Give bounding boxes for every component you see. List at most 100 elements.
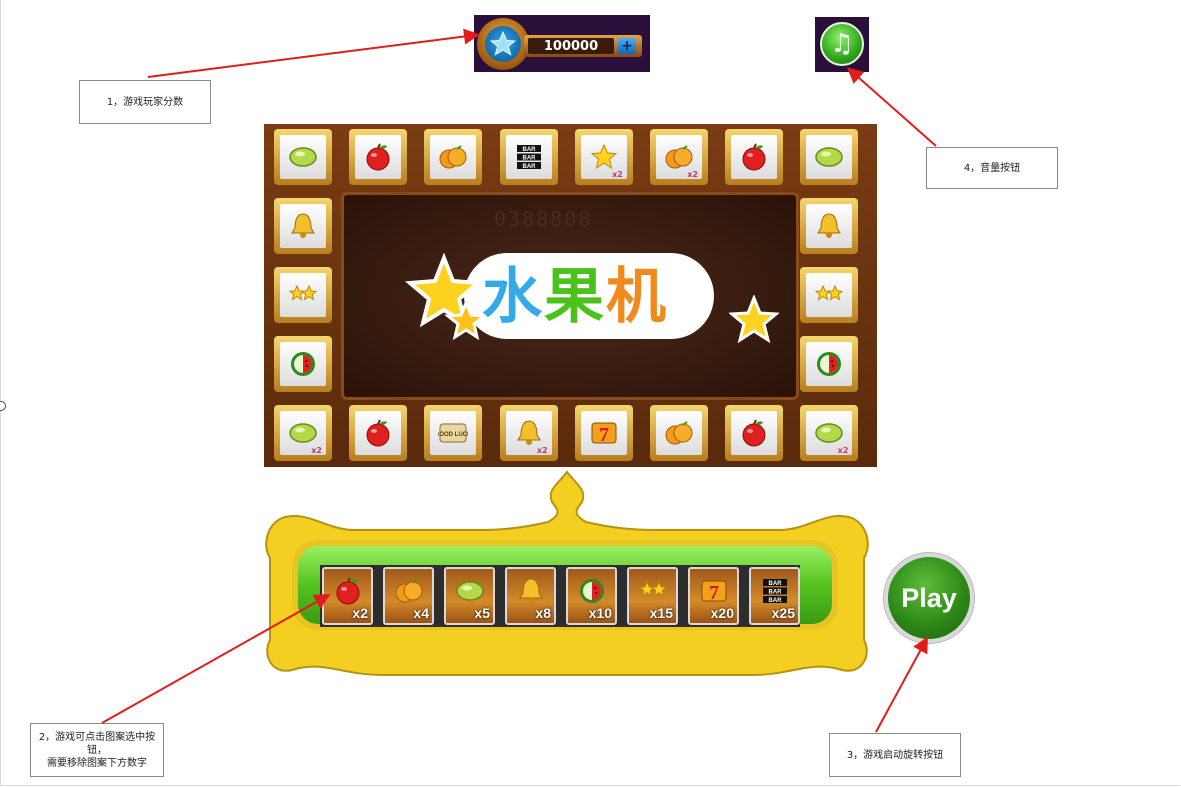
- board-tile-top-2: [424, 129, 483, 185]
- bell-icon: [806, 204, 852, 248]
- board-tile-right-1: [800, 267, 858, 323]
- svg-text:BAR: BAR: [769, 598, 783, 604]
- seven-icon: 7: [698, 575, 730, 607]
- watermelon-icon: [280, 342, 326, 386]
- tile-multiplier-tag: x2: [311, 446, 322, 455]
- bet-button-bell[interactable]: x8: [505, 567, 556, 625]
- bet-button-orange[interactable]: x4: [383, 567, 434, 625]
- bet-button-seven[interactable]: 7 x20: [688, 567, 739, 625]
- bet-multiplier: x8: [535, 605, 551, 621]
- bet-button-apple[interactable]: x2: [322, 567, 373, 625]
- svg-text:BAR: BAR: [522, 164, 536, 170]
- bet-multiplier: x2: [352, 605, 368, 621]
- score-widget: 100000 +: [474, 15, 650, 72]
- orange-icon: [393, 575, 425, 607]
- logo-title: 水 果 机: [481, 257, 667, 337]
- board-tile-bottom-3: x2: [499, 405, 558, 461]
- bet-button-double-star[interactable]: x15: [627, 567, 678, 625]
- screen-ghost-digits: 0388808: [494, 207, 593, 231]
- orange-icon: [656, 411, 702, 455]
- double-star-icon: [280, 273, 326, 317]
- seven-icon: 7: [580, 411, 627, 455]
- note-score: 1，游戏玩家分数: [79, 80, 211, 124]
- logo-char-2: 果: [543, 261, 605, 333]
- star-icon: x2: [580, 135, 627, 179]
- lime-icon: x2: [280, 411, 326, 455]
- logo-star-right-icon: [729, 295, 779, 344]
- bar-icon: BAR BAR BAR: [759, 575, 791, 607]
- bet-multiplier: x4: [413, 605, 429, 621]
- orange-icon: x2: [656, 135, 702, 179]
- svg-text:BAR: BAR: [522, 156, 536, 162]
- tile-multiplier-tag: x2: [687, 170, 698, 179]
- svg-text:BAR: BAR: [769, 590, 783, 596]
- bet-panel: x2 x4 x5 x8 x10 x15 7 x20 BAR BAR BAR x25: [262, 470, 872, 680]
- game-logo: 水 果 机: [404, 233, 779, 363]
- lime-icon: [280, 135, 326, 179]
- svg-text:7: 7: [599, 424, 609, 446]
- bet-multiplier: x15: [649, 605, 673, 621]
- svg-text:GOOD LUCK: GOOD LUCK: [438, 432, 468, 438]
- slot-board: BAR BAR BAR x2 x2 x2 GOOD LUCK x2 7 x2 0388808 水 …: [264, 124, 877, 467]
- note-bets-line1: 2，游戏可点击图案选中按钮，: [38, 731, 156, 756]
- star-icon: [485, 26, 521, 62]
- board-tile-bottom-2: GOOD LUCK: [424, 405, 483, 461]
- board-tile-right-0: [800, 198, 858, 254]
- bell-icon: x2: [505, 411, 552, 455]
- board-tile-bottom-1: [349, 405, 408, 461]
- bet-multiplier: x10: [588, 605, 612, 621]
- tile-multiplier-tag: x2: [837, 446, 849, 455]
- score-bar: 100000 +: [524, 35, 642, 57]
- tile-multiplier-tag: x2: [536, 446, 548, 455]
- lime-icon: [454, 575, 486, 607]
- lime-icon: x2: [806, 411, 853, 455]
- orange-icon: [430, 135, 477, 179]
- board-tile-bottom-5: [650, 405, 708, 461]
- apple-icon: [355, 135, 402, 179]
- watermelon-icon: [576, 575, 608, 607]
- bet-button-watermelon[interactable]: x10: [566, 567, 617, 625]
- board-tile-left-2: [274, 336, 332, 392]
- board-tile-top-7: [800, 129, 859, 185]
- double-star-icon: [806, 273, 852, 317]
- board-tile-right-2: [800, 336, 858, 392]
- board-tile-left-0: [274, 198, 332, 254]
- bet-multiplier: x20: [710, 605, 734, 621]
- bar-icon: BAR BAR BAR: [505, 135, 552, 179]
- play-button[interactable]: Play: [884, 553, 974, 643]
- board-tile-top-4: x2: [574, 129, 633, 185]
- play-label: Play: [901, 582, 957, 613]
- apple-icon: [731, 135, 778, 179]
- bet-button-bar[interactable]: BAR BAR BAR x25: [749, 567, 800, 625]
- board-tile-top-3: BAR BAR BAR: [499, 129, 558, 185]
- board-tile-bottom-6: [725, 405, 784, 461]
- logo-stars-icon: [404, 253, 488, 341]
- note-play: 3，游戏启动旋转按钮: [829, 733, 961, 777]
- bet-button-lime[interactable]: x5: [444, 567, 495, 625]
- apple-icon: [355, 411, 402, 455]
- good-luck-icon: GOOD LUCK: [430, 411, 477, 455]
- svg-text:BAR: BAR: [769, 581, 783, 587]
- score-value: 100000: [528, 38, 614, 54]
- watermelon-icon: [806, 342, 852, 386]
- board-tile-bottom-4: 7: [574, 405, 633, 461]
- bell-icon: [515, 575, 547, 607]
- note-volume: 4，音量按钮: [926, 147, 1058, 189]
- bet-multiplier: x5: [474, 605, 490, 621]
- add-credits-button[interactable]: +: [618, 38, 636, 54]
- apple-icon: [332, 575, 364, 607]
- board-tile-top-6: [725, 129, 784, 185]
- double-star-icon: [637, 575, 669, 607]
- board-tile-bottom-7: x2: [800, 405, 859, 461]
- logo-char-3: 机: [605, 261, 667, 333]
- bell-icon: [280, 204, 326, 248]
- score-ring: [477, 18, 529, 70]
- note-bets-line2: 需要移除图案下方数字: [47, 757, 147, 769]
- board-tile-top-1: [349, 129, 408, 185]
- lime-icon: [806, 135, 853, 179]
- music-note-icon[interactable]: ♫: [820, 22, 864, 66]
- board-tile-top-0: [274, 129, 332, 185]
- apple-icon: [731, 411, 778, 455]
- board-tile-top-5: x2: [650, 129, 708, 185]
- logo-char-1: 水: [481, 261, 543, 333]
